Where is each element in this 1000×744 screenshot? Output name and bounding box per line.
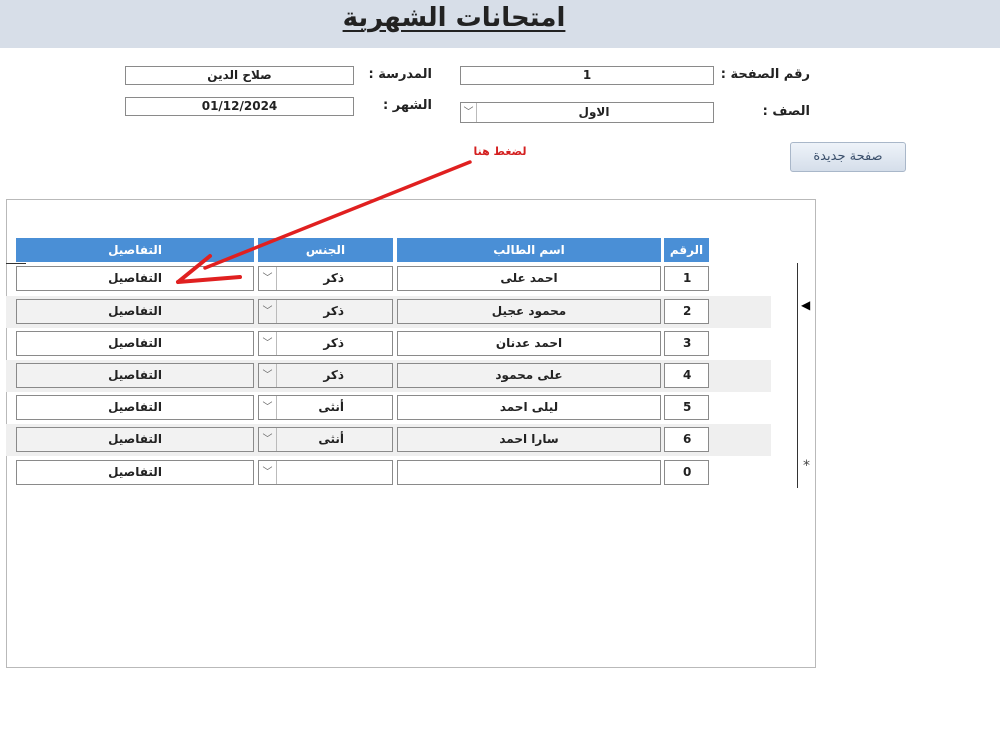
red-arrow-icon — [176, 160, 472, 284]
